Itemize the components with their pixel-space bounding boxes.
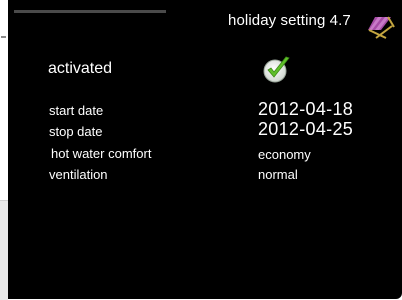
left-margin: [0, 0, 8, 300]
hot-water-comfort-value[interactable]: economy: [258, 147, 311, 162]
device-frame: holiday setting 4.7 activated start date…: [0, 0, 402, 300]
page-title: holiday setting 4.7: [228, 12, 351, 29]
scroll-indicator: [14, 10, 166, 13]
deck-chair-icon: [368, 16, 395, 39]
hot-water-comfort-label: hot water comfort: [51, 146, 152, 161]
left-gray-panel: [0, 200, 8, 300]
start-date-value[interactable]: 2012-04-18: [258, 99, 353, 120]
stop-date-value[interactable]: 2012-04-25: [258, 119, 353, 140]
ventilation-value[interactable]: normal: [258, 167, 298, 182]
checkmark-icon[interactable]: [262, 55, 292, 83]
start-date-label: start date: [49, 103, 104, 118]
activated-label: activated: [48, 60, 113, 77]
ventilation-label: ventilation: [49, 167, 108, 182]
stop-date-label: stop date: [49, 124, 103, 139]
left-tick-mark: [1, 36, 6, 38]
display-screen: holiday setting 4.7 activated start date…: [8, 0, 402, 299]
